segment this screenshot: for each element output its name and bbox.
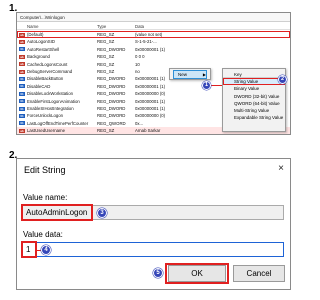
value-type: REG_DWORD: [97, 98, 126, 104]
registry-row[interactable]: ab Background REG_SZ 0 0 0: [17, 53, 290, 60]
value-type: REG_QWORD: [97, 120, 126, 126]
value-data: (value not set): [135, 32, 163, 37]
value-type: REG_SZ: [97, 68, 115, 74]
value-data: 0x00000001 (1): [135, 98, 166, 104]
chevron-right-icon: ▶: [202, 72, 206, 77]
value-name: DebugServerCommand: [27, 68, 73, 74]
dword-value-icon: 01: [19, 84, 25, 89]
value-type: REG_SZ: [97, 54, 115, 60]
registry-row[interactable]: ab CachedLogonsCount REG_SZ 10: [17, 61, 290, 68]
string-value-icon: ab: [19, 62, 25, 67]
new-submenu: Key String Value Binary Value DWORD (32-…: [222, 68, 286, 132]
dword-value-icon: 01: [19, 77, 25, 82]
step-badge-4: 4: [41, 245, 51, 255]
registry-row[interactable]: 01 AutoRestartShell REG_DWORD 0x00000001 (1…: [17, 46, 290, 53]
registry-row[interactable]: ab AutoLogonSID REG_SZ S-1-5-21-...: [17, 38, 290, 45]
value-name: DisableLockWorkstation: [27, 91, 74, 97]
value-type: REG_DWORD: [97, 91, 126, 97]
value-name: LastLogOffEndTimePerfCounter: [27, 120, 89, 126]
value-data: 0x00000001 (1): [135, 83, 166, 89]
dialog-title: Edit String: [24, 165, 66, 175]
value-name: EnableFirstLogonAnimation: [27, 98, 80, 104]
value-data: 10: [135, 61, 140, 67]
registry-row[interactable]: ab (Default) REG_SZ (value not set): [17, 31, 290, 39]
value-name: CachedLogonsCount: [27, 61, 68, 67]
menu-item-new-label: New: [178, 72, 188, 77]
value-type: REG_SZ: [97, 39, 115, 45]
registry-column-headers: Name Type Data: [17, 23, 290, 30]
value-name: LastUsedUsername: [27, 128, 65, 134]
value-type: REG_DWORD: [97, 76, 126, 82]
string-value-icon: ab: [19, 54, 25, 59]
value-data-label: Value data:: [23, 230, 63, 239]
value-data-field[interactable]: 1: [22, 242, 284, 257]
step-badge-2: 2: [278, 75, 287, 84]
dword-value-icon: 01: [19, 106, 25, 111]
dword-value-icon: 01: [19, 121, 25, 126]
value-data: Arnab Sarkar: [135, 128, 161, 134]
string-value-icon: ab: [19, 32, 25, 37]
step-badge-3: 3: [97, 208, 107, 218]
highlight-box-ok: [165, 263, 229, 284]
submenu-item-key[interactable]: Key: [223, 71, 285, 79]
value-type: REG_DWORD: [97, 46, 126, 52]
string-value-icon: ab: [19, 128, 25, 133]
submenu-item-qword-value[interactable]: QWORD (64-bit) Value: [223, 100, 285, 107]
highlight-box-value-data: [21, 241, 37, 258]
submenu-item-multi-string-value[interactable]: Multi-String Value: [223, 107, 285, 114]
value-data: S-1-5-21-...: [135, 39, 157, 45]
value-type: REG_DWORD: [97, 83, 126, 89]
value-name: DisableCAD: [27, 83, 51, 89]
value-name: EnableSIHostIntegration: [27, 105, 74, 111]
value-data: no: [135, 68, 140, 74]
step-badge-5: 5: [153, 268, 163, 278]
column-header-data[interactable]: Data: [135, 23, 144, 30]
dword-value-icon: 01: [19, 99, 25, 104]
registry-address-bar[interactable]: Computer\...\Winlogon: [17, 13, 290, 22]
close-icon[interactable]: ×: [278, 163, 284, 174]
value-type: REG_SZ: [97, 61, 115, 67]
submenu-item-binary-value[interactable]: Binary Value: [223, 85, 285, 92]
value-data: 0x00000001 (1): [135, 46, 166, 52]
submenu-item-expandable-string-value[interactable]: Expandable String Value: [223, 114, 285, 121]
value-data: 0x00000001 (1): [135, 76, 166, 82]
dword-value-icon: 01: [19, 91, 25, 96]
value-name: ForceUnlockLogon: [27, 113, 64, 119]
menu-item-new[interactable]: New: [173, 70, 207, 79]
cancel-button[interactable]: Cancel: [233, 265, 285, 282]
value-name: AutoRestartShell: [27, 46, 60, 52]
edit-string-dialog: Edit String × Value name: AutoAdminLogon…: [16, 158, 291, 290]
value-data: 0x...: [135, 120, 144, 126]
value-data: 0x00000000 (0): [135, 113, 166, 119]
value-name: Background: [27, 54, 50, 60]
value-name-label: Value name:: [23, 193, 68, 202]
highlight-box-value-name: [21, 204, 93, 221]
step-badge-1: 1: [202, 81, 211, 90]
value-type: REG_SZ: [97, 32, 115, 37]
dword-value-icon: 01: [19, 47, 25, 52]
value-data: 0x00000001 (1): [135, 105, 166, 111]
value-type: REG_DWORD: [97, 105, 126, 111]
submenu-item-string-value[interactable]: String Value: [223, 78, 285, 86]
submenu-item-dword-value[interactable]: DWORD (32-bit) Value: [223, 93, 285, 100]
value-name: DisableBackButton: [27, 76, 64, 82]
string-value-icon: ab: [19, 40, 25, 45]
string-value-icon: ab: [19, 69, 25, 74]
value-data: 0x00000000 (0): [135, 91, 166, 97]
value-type: REG_DWORD: [97, 113, 126, 119]
column-header-type[interactable]: Type: [97, 23, 106, 30]
value-name: AutoLogonSID: [27, 39, 55, 45]
callout-connector: [211, 85, 222, 86]
value-type: REG_SZ: [97, 128, 115, 134]
dword-value-icon: 01: [19, 113, 25, 118]
value-data: 0 0 0: [135, 54, 145, 60]
context-menu: New ▶: [169, 68, 211, 80]
column-header-name[interactable]: Name: [27, 23, 38, 30]
registry-editor-panel: Computer\...\Winlogon Name Type Data ab(…: [16, 12, 291, 135]
value-name: (Default): [27, 32, 44, 37]
